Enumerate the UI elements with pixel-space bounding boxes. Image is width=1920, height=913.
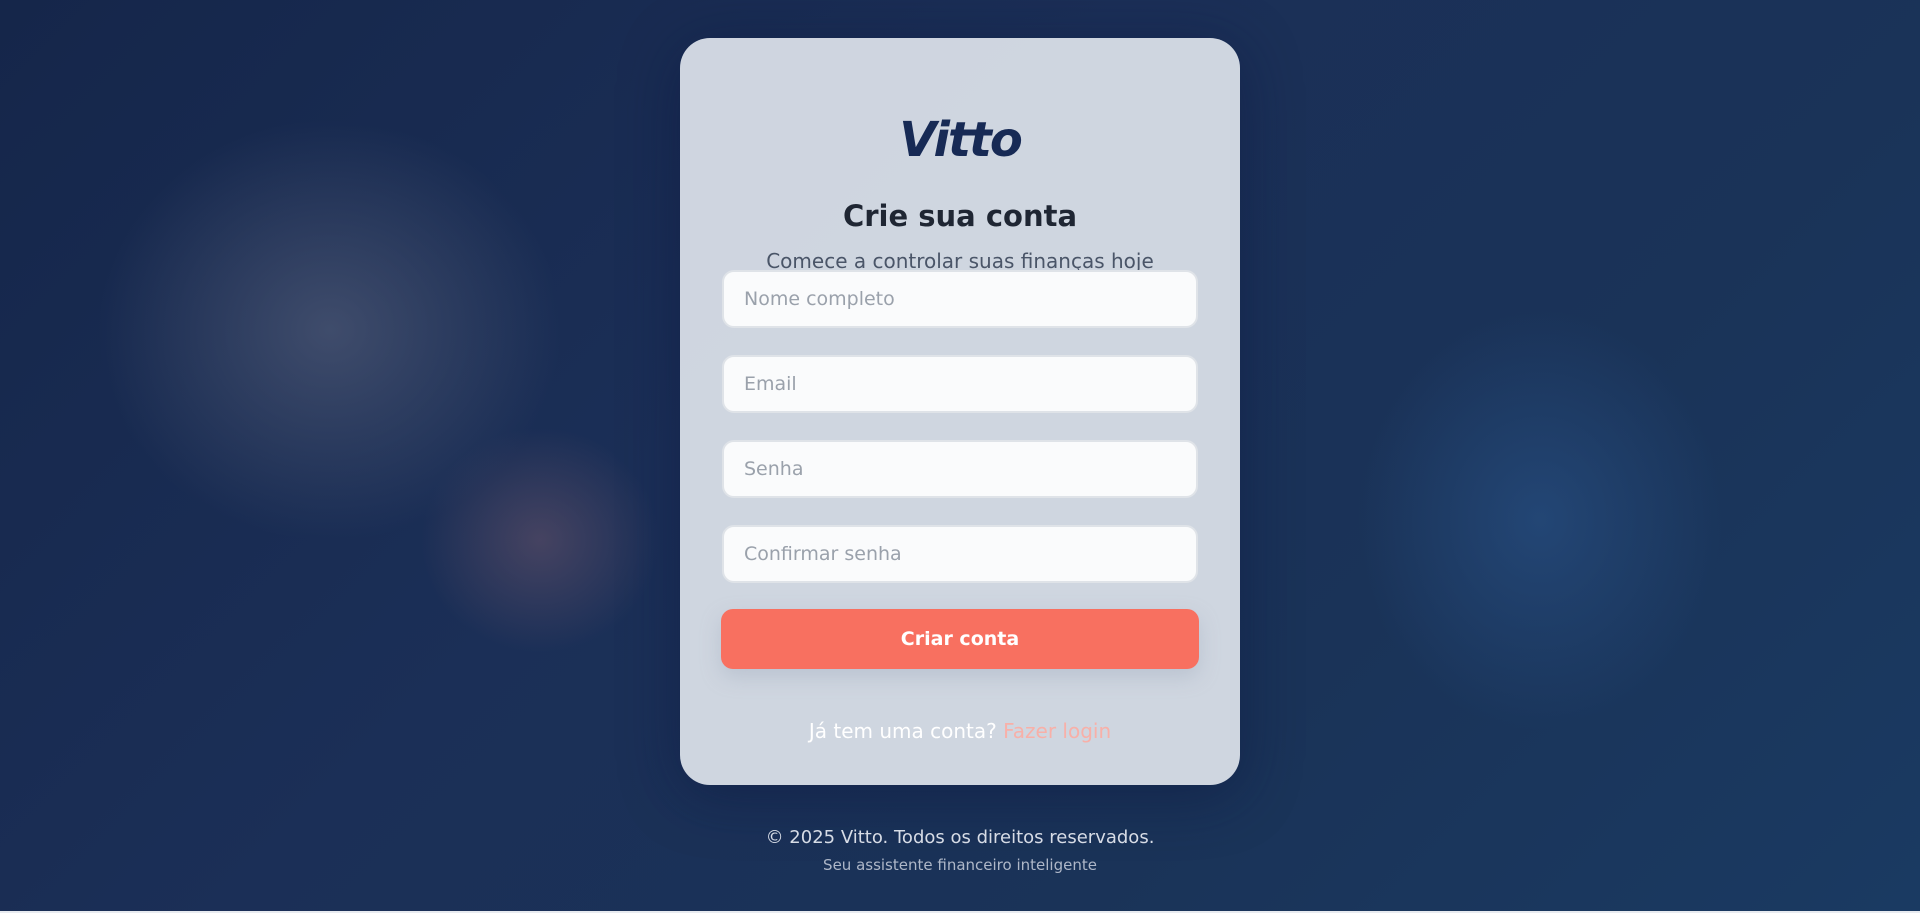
login-link[interactable]: Fazer login xyxy=(1003,719,1111,743)
full-name-input[interactable] xyxy=(722,270,1198,328)
signup-card: Vitto Crie sua conta Comece a controlar … xyxy=(680,38,1240,785)
login-prompt-row: Já tem uma conta? Fazer login xyxy=(680,719,1240,743)
footer-copyright: © 2025 Vitto. Todos os direitos reservad… xyxy=(765,827,1155,848)
confirm-password-input[interactable] xyxy=(722,525,1198,583)
page-title: Crie sua conta xyxy=(842,199,1078,233)
password-input[interactable] xyxy=(722,440,1198,498)
brand-logo: Vitto xyxy=(899,112,1023,168)
footer-tagline: Seu assistente financeiro inteligente xyxy=(823,856,1097,874)
create-account-button[interactable]: Criar conta xyxy=(721,609,1199,669)
login-prompt-text: Já tem uma conta? xyxy=(808,719,1004,743)
email-input[interactable] xyxy=(722,355,1198,413)
